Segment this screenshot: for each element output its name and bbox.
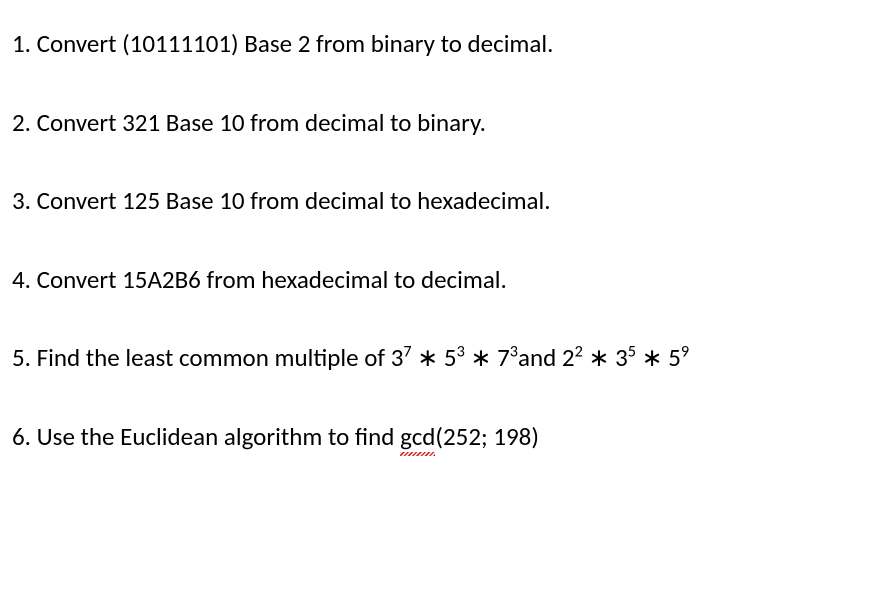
question-text: Convert 321 Base 10 from decimal to bina… [37,107,486,138]
question-text-part: ∗ 5 [412,342,457,373]
question-text: Convert 15A2B6 from hexadecimal to decim… [37,264,507,295]
question-text-part: ∗ 7 [465,342,510,373]
question-text-part: and 2 [518,342,575,373]
question-2: 2. Convert 321 Base 10 from decimal to b… [12,107,876,140]
question-number: 6. [12,421,31,452]
exponent: 3 [510,343,518,362]
question-number: 4. [12,264,31,295]
question-3: 3. Convert 125 Base 10 from decimal to h… [12,185,876,218]
question-text-part: ∗ 3 [583,342,628,373]
exponent: 2 [575,343,583,362]
exponent: 7 [403,343,411,362]
question-4: 4. Convert 15A2B6 from hexadecimal to de… [12,264,876,297]
exponent: 9 [681,343,689,362]
exponent: 5 [628,343,636,362]
question-text: Convert 125 Base 10 from decimal to hexa… [37,185,551,216]
question-text-part: Use the Euclidean algorithm to find [37,421,400,452]
question-number: 3. [12,185,31,216]
exponent: 3 [457,343,465,362]
question-text-part: (252; 198) [435,421,539,452]
question-number: 2. [12,107,31,138]
question-number: 1. [12,28,31,59]
question-1: 1. Convert (10111101) Base 2 from binary… [12,28,876,61]
question-text-part: Find the least common multiple of 3 [37,342,404,373]
spellcheck-underline: gcd [400,421,435,454]
question-5: 5. Find the least common multiple of 37 … [12,342,876,375]
question-text: Convert (10111101) Base 2 from binary to… [37,28,554,59]
question-text-part: ∗ 5 [636,342,681,373]
question-6: 6. Use the Euclidean algorithm to find g… [12,421,876,454]
question-number: 5. [12,342,31,373]
